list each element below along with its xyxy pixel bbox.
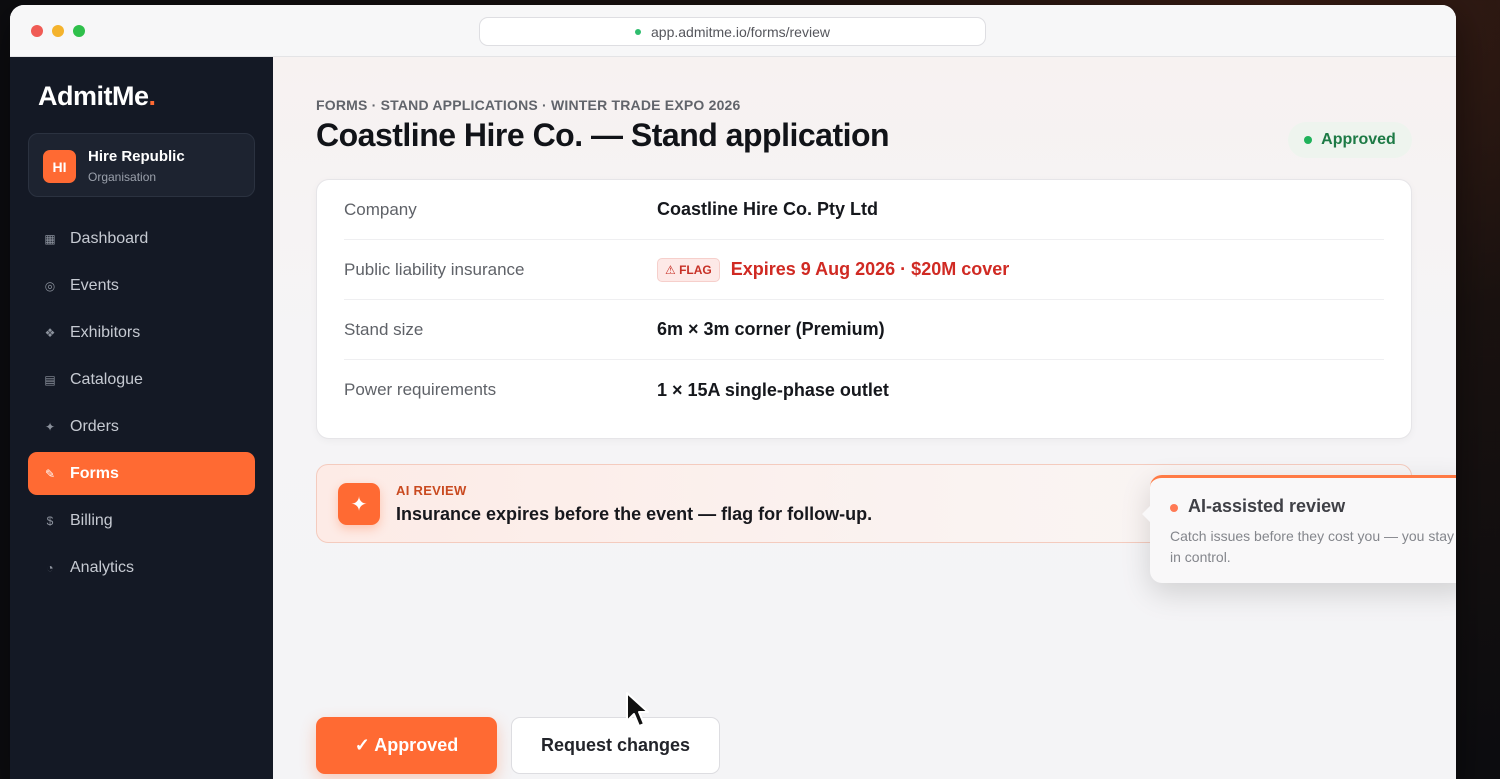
sidebar-item-label: Catalogue bbox=[70, 370, 143, 388]
ai-feature-tooltip: AI-assisted review Catch issues before t… bbox=[1142, 475, 1456, 583]
browser-window: app.admitme.io/forms/review AdmitMe. HI … bbox=[10, 5, 1456, 779]
mouse-cursor-icon bbox=[626, 692, 649, 727]
detail-value: 6m × 3m corner (Premium) bbox=[657, 319, 885, 339]
sidebar-item-dashboard[interactable]: ▦ Dashboard bbox=[28, 217, 255, 260]
url-text: app.admitme.io/forms/review bbox=[651, 23, 830, 40]
sidebar-item-billing[interactable]: $ Billing bbox=[28, 499, 255, 542]
list-icon: ▤ bbox=[44, 372, 56, 387]
secure-indicator-icon bbox=[635, 28, 642, 35]
sidebar-item-orders[interactable]: ✦ Orders bbox=[28, 405, 255, 448]
detail-row-power: Power requirements 1 × 15A single-phase … bbox=[344, 360, 1384, 420]
detail-row-company: Company Coastline Hire Co. Pty Ltd bbox=[344, 180, 1384, 240]
tooltip-dot-icon bbox=[1170, 504, 1178, 512]
org-type: Organisation bbox=[88, 170, 157, 184]
pie-chart-icon: ◔ bbox=[46, 560, 54, 575]
dollar-icon: $ bbox=[46, 513, 54, 528]
app-logo[interactable]: AdmitMe. bbox=[38, 81, 156, 112]
maximize-window-button[interactable] bbox=[73, 25, 85, 37]
close-window-button[interactable] bbox=[31, 25, 43, 37]
detail-row-stand-size: Stand size 6m × 3m corner (Premium) bbox=[344, 300, 1384, 360]
sidebar-item-label: Analytics bbox=[70, 558, 135, 576]
sidebar-item-label: Forms bbox=[70, 464, 119, 482]
address-bar[interactable]: app.admitme.io/forms/review bbox=[479, 17, 986, 46]
sidebar-item-events[interactable]: ◎ Events bbox=[28, 264, 255, 307]
org-switcher[interactable]: HI Hire Republic Organisation bbox=[28, 133, 255, 197]
detail-row-insurance: Public liability insurance ⚠ FLAG Expire… bbox=[344, 240, 1384, 300]
tooltip-arrow bbox=[1142, 506, 1150, 522]
status-dot-icon bbox=[1304, 136, 1313, 144]
detail-label: Company bbox=[344, 199, 417, 219]
sidebar-item-label: Events bbox=[70, 276, 119, 294]
sidebar-item-catalogue[interactable]: ▤ Catalogue bbox=[28, 358, 255, 401]
status-label: Approved bbox=[1321, 131, 1396, 148]
sidebar-item-forms[interactable]: ✎ Forms bbox=[28, 452, 255, 495]
circle-icon: ◎ bbox=[44, 278, 56, 293]
sidebar-item-exhibitors[interactable]: ❖ Exhibitors bbox=[28, 311, 255, 354]
sidebar-nav: ▦ Dashboard ◎ Events ❖ Exhibitors ▤ Cata… bbox=[28, 217, 255, 593]
logo-accent: . bbox=[148, 81, 157, 111]
minimize-window-button[interactable] bbox=[52, 25, 64, 37]
page-title: Coastline Hire Co. — Stand application bbox=[316, 117, 890, 153]
sidebar-item-label: Exhibitors bbox=[70, 323, 141, 341]
insurance-value: Expires 9 Aug 2026 · $20M cover bbox=[730, 259, 1010, 279]
flag-badge[interactable]: ⚠ FLAG bbox=[657, 257, 720, 282]
sidebar-item-label: Billing bbox=[70, 511, 113, 529]
detail-value: Coastline Hire Co. Pty Ltd bbox=[657, 199, 879, 219]
browser-titlebar: app.admitme.io/forms/review bbox=[10, 5, 1456, 57]
application-details-card: Company Coastline Hire Co. Pty Ltd Publi… bbox=[316, 179, 1412, 439]
logo-text: AdmitMe bbox=[38, 81, 149, 111]
status-badge: Approved bbox=[1288, 122, 1412, 158]
org-avatar: HI bbox=[43, 150, 76, 183]
detail-label: Stand size bbox=[344, 319, 424, 339]
main-content: FORMS · STAND APPLICATIONS · WINTER TRAD… bbox=[273, 57, 1456, 779]
sparkle-icon: ✦ bbox=[44, 419, 56, 434]
sparkle-icon: ✦ bbox=[338, 483, 380, 525]
ai-review-message: Insurance expires before the event — fla… bbox=[396, 504, 873, 524]
ai-review-label: AI REVIEW bbox=[396, 483, 467, 498]
breadcrumb: FORMS · STAND APPLICATIONS · WINTER TRAD… bbox=[316, 97, 741, 113]
detail-label: Power requirements bbox=[344, 380, 497, 399]
request-changes-button[interactable]: Request changes bbox=[511, 717, 720, 774]
detail-value: 1 × 15A single-phase outlet bbox=[657, 379, 889, 400]
approve-button[interactable]: ✓ Approved bbox=[316, 717, 497, 774]
sidebar-item-label: Dashboard bbox=[70, 229, 149, 247]
org-name: Hire Republic bbox=[88, 148, 185, 165]
grid-icon: ▦ bbox=[44, 231, 56, 246]
detail-label: Public liability insurance bbox=[344, 259, 525, 279]
sidebar: AdmitMe. HI Hire Republic Organisation ▦… bbox=[10, 57, 273, 779]
detail-value-flagged: ⚠ FLAG Expires 9 Aug 2026 · $20M cover bbox=[657, 257, 1010, 282]
tooltip-body: Catch issues before they cost you — you … bbox=[1170, 528, 1455, 565]
pencil-icon: ✎ bbox=[44, 466, 56, 481]
tooltip-title: AI-assisted review bbox=[1188, 496, 1346, 516]
diamond-icon: ❖ bbox=[44, 325, 56, 340]
sidebar-item-analytics[interactable]: ◔ Analytics bbox=[28, 546, 255, 589]
sidebar-item-label: Orders bbox=[70, 417, 119, 435]
